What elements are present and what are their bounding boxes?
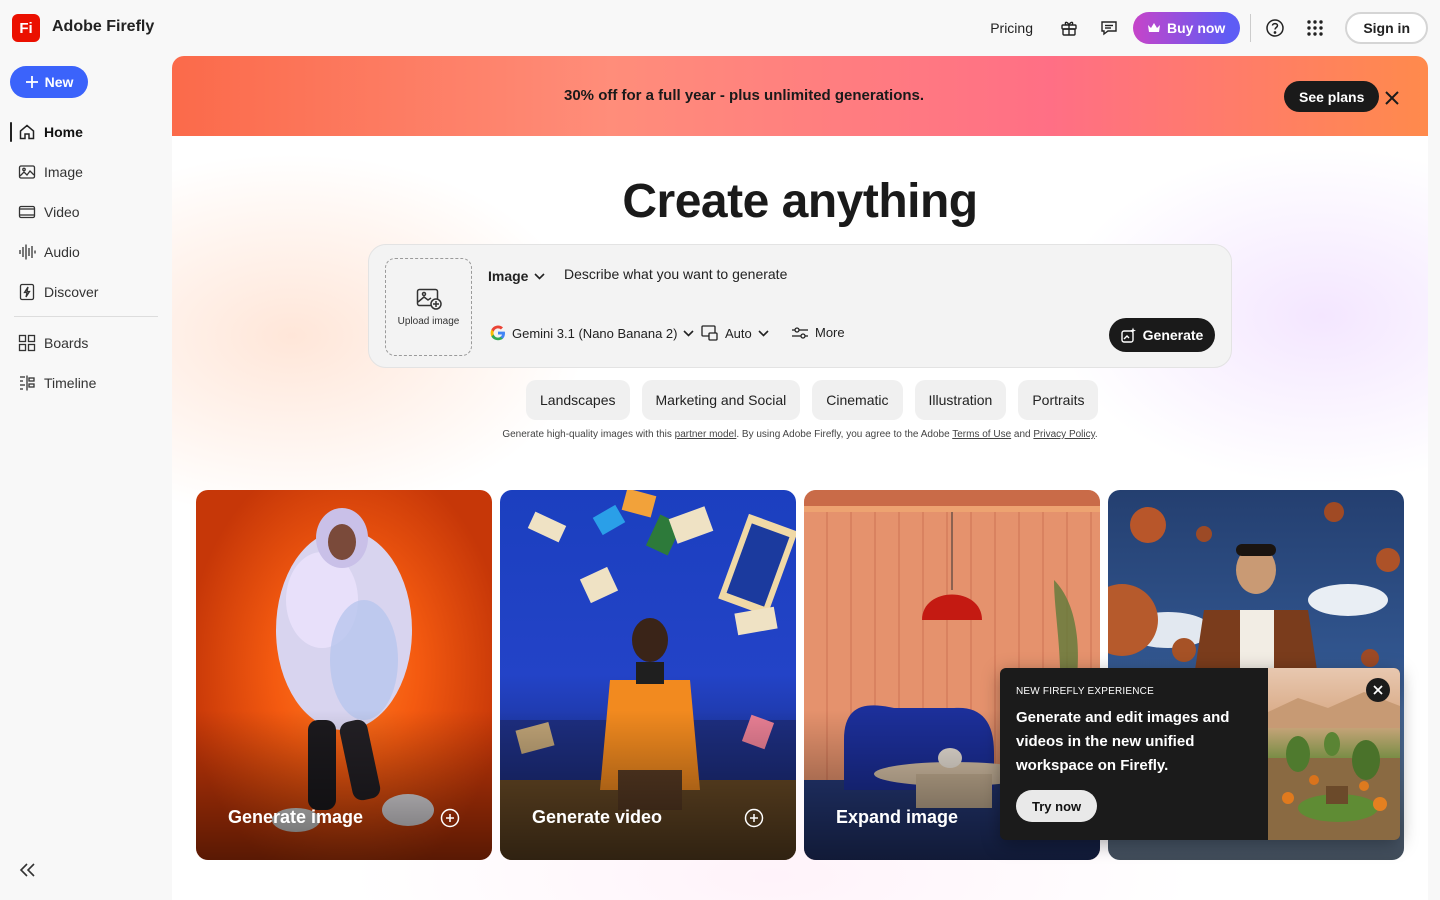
popup-body: Generate and edit images and videos in t… xyxy=(1016,709,1230,774)
chip-cinematic[interactable]: Cinematic xyxy=(812,380,903,420)
close-icon[interactable] xyxy=(1380,86,1404,110)
chip-marketing-and-social[interactable]: Marketing and Social xyxy=(641,380,801,420)
terms-of-use-link[interactable]: Terms of Use xyxy=(952,429,1011,440)
add-circle-icon[interactable] xyxy=(744,808,764,828)
sidebar-item-label: Image xyxy=(44,164,83,180)
promo-banner: 30% off for a full year - plus unlimited… xyxy=(172,56,1428,136)
sidebar-item-label: Timeline xyxy=(44,375,97,391)
card-shade xyxy=(196,710,492,860)
apps-grid-icon[interactable] xyxy=(1299,12,1331,44)
card-label: Generate video xyxy=(532,807,663,827)
add-circle-icon[interactable] xyxy=(440,808,460,828)
content-type-dropdown[interactable]: Image xyxy=(488,268,546,284)
google-logo-icon xyxy=(490,325,505,341)
upload-image-label: Upload image xyxy=(397,315,460,327)
sidebar-item-home[interactable]: Home xyxy=(0,112,172,152)
sidebar-item-label: Audio xyxy=(44,244,80,260)
disclaimer: Generate high-quality images with this p… xyxy=(172,429,1428,440)
home-icon xyxy=(19,124,35,140)
prompt-input[interactable] xyxy=(564,266,1184,282)
discover-icon xyxy=(19,283,35,301)
sidebar: New Home Image Video Audio Discover Boar… xyxy=(0,56,172,900)
more-label: More xyxy=(815,325,845,340)
sidebar-item-boards[interactable]: Boards xyxy=(0,323,172,363)
sign-in-button[interactable]: Sign in xyxy=(1345,12,1428,44)
sidebar-item-discover[interactable]: Discover xyxy=(0,272,172,312)
privacy-policy-link[interactable]: Privacy Policy xyxy=(1033,429,1095,440)
chevron-down-icon xyxy=(683,329,695,337)
style-chips: Landscapes Marketing and Social Cinemati… xyxy=(526,380,1099,420)
plus-icon xyxy=(25,76,38,88)
chevron-down-icon xyxy=(534,272,546,280)
video-icon xyxy=(18,205,36,219)
generate-button[interactable]: Generate xyxy=(1109,318,1215,352)
chip-illustration[interactable]: Illustration xyxy=(914,380,1007,420)
sidebar-item-label: Home xyxy=(44,124,83,140)
disclaimer-text: . By using Adobe Firefly, you agree to t… xyxy=(736,429,953,440)
sidebar-item-label: Discover xyxy=(44,284,99,300)
generate-label: Generate xyxy=(1142,327,1204,343)
sidebar-item-timeline[interactable]: Timeline xyxy=(0,363,172,403)
help-icon[interactable] xyxy=(1259,12,1291,44)
more-settings-button[interactable]: More xyxy=(791,325,845,340)
app-title[interactable]: Adobe Firefly xyxy=(52,18,154,36)
boards-icon xyxy=(18,334,36,352)
timeline-icon xyxy=(20,375,35,391)
collapse-sidebar-icon[interactable] xyxy=(16,858,40,882)
new-label: New xyxy=(44,74,74,90)
crown-icon xyxy=(1147,23,1160,32)
chip-portraits[interactable]: Portraits xyxy=(1018,380,1099,420)
upload-image-button[interactable]: Upload image xyxy=(385,258,472,356)
adobe-firefly-logo[interactable]: Fi xyxy=(12,14,40,42)
pricing-link[interactable]: Pricing xyxy=(990,20,1033,36)
divider xyxy=(1250,14,1252,42)
sidebar-item-video[interactable]: Video xyxy=(0,192,172,232)
add-image-icon xyxy=(416,288,442,310)
card-shade xyxy=(500,710,796,860)
prompt-box: Upload image Image Gemini 3.1 (Nano Bana… xyxy=(368,244,1232,368)
image-icon xyxy=(18,165,36,179)
new-button[interactable]: New xyxy=(10,66,88,98)
aspect-ratio-dropdown[interactable]: Auto xyxy=(701,325,769,341)
card-generate-image[interactable]: Generate image xyxy=(196,490,492,860)
top-right-actions: Pricing Buy now Sign in xyxy=(990,12,1428,44)
card-label: Generate image xyxy=(228,807,364,827)
try-now-button[interactable]: Try now xyxy=(1016,790,1098,822)
sidebar-item-audio[interactable]: Audio xyxy=(0,232,172,272)
buy-now-label: Buy now xyxy=(1166,20,1226,36)
disclaimer-text: Generate high-quality images with this xyxy=(502,429,675,440)
feedback-icon[interactable] xyxy=(1093,12,1125,44)
disclaimer-text: . xyxy=(1094,429,1098,440)
aspect-ratio-icon xyxy=(701,325,718,341)
card-label: Expand image xyxy=(836,807,959,827)
disclaimer-text: and xyxy=(1011,429,1034,440)
buy-now-button[interactable]: Buy now xyxy=(1132,12,1241,44)
partner-model-link[interactable]: partner model xyxy=(675,429,737,440)
popup-close-icon[interactable] xyxy=(1366,678,1390,702)
sidebar-item-image[interactable]: Image xyxy=(0,152,172,192)
audio-icon xyxy=(19,244,36,260)
model-value: Gemini 3.1 (Nano Banana 2) xyxy=(512,325,678,341)
model-dropdown[interactable]: Gemini 3.1 (Nano Banana 2) xyxy=(490,325,695,341)
logo-text: Fi xyxy=(19,19,33,37)
new-experience-popup: NEW FIREFLY EXPERIENCE Generate and edit… xyxy=(1000,668,1400,840)
hero-title: Create anything xyxy=(622,175,978,228)
top-bar: Fi Adobe Firefly Pricing Buy now Sign in xyxy=(0,0,1440,56)
gift-icon[interactable] xyxy=(1053,12,1085,44)
sidebar-divider xyxy=(14,316,158,317)
aspect-ratio-value: Auto xyxy=(725,325,752,341)
popup-kicker: NEW FIREFLY EXPERIENCE xyxy=(1016,686,1154,697)
sidebar-nav: Home Image Video Audio Discover Boards T… xyxy=(0,112,172,403)
promo-text: 30% off for a full year - plus unlimited… xyxy=(564,87,925,104)
see-plans-button[interactable]: See plans xyxy=(1284,81,1380,112)
sidebar-item-label: Boards xyxy=(44,335,89,351)
content-type-value: Image xyxy=(488,268,529,284)
sidebar-item-label: Video xyxy=(44,204,80,220)
chip-landscapes[interactable]: Landscapes xyxy=(526,380,630,420)
sliders-icon xyxy=(792,326,808,339)
generate-sparkle-icon xyxy=(1120,327,1136,343)
chevron-down-icon xyxy=(758,329,769,337)
card-generate-video[interactable]: Generate video xyxy=(500,490,796,860)
